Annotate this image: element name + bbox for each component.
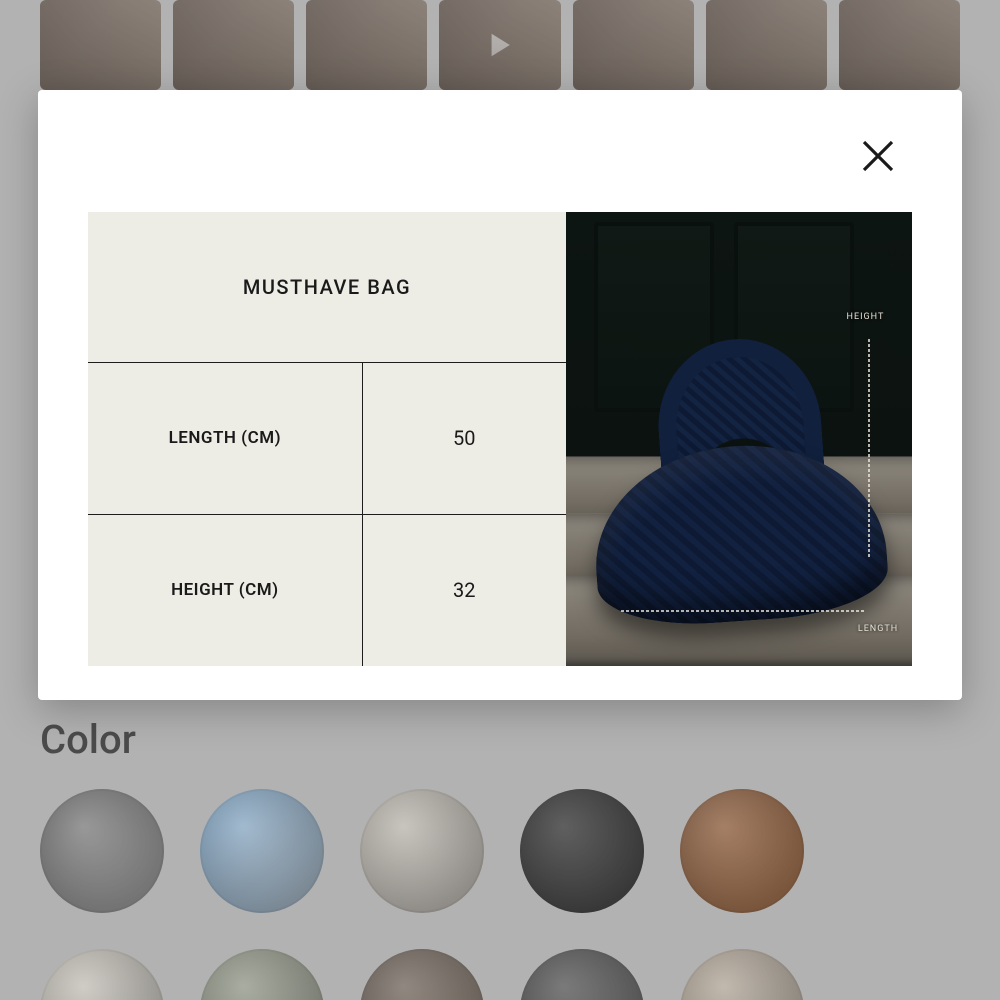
size-value-height: 32 [363, 515, 566, 666]
dimension-label-height: HEIGHT [847, 312, 885, 322]
size-reference-image: HEIGHT LENGTH [566, 212, 912, 666]
size-value-length: 50 [363, 363, 566, 513]
size-panel: MUSTHAVE BAG LENGTH (CM) 50 HEIGHT (CM) … [88, 212, 912, 666]
close-icon [858, 136, 898, 176]
size-label-height: HEIGHT (CM) [88, 515, 363, 666]
size-guide-modal: MUSTHAVE BAG LENGTH (CM) 50 HEIGHT (CM) … [38, 90, 962, 700]
size-table: MUSTHAVE BAG LENGTH (CM) 50 HEIGHT (CM) … [88, 212, 566, 666]
size-row-length: LENGTH (CM) 50 [88, 363, 566, 514]
dimension-label-length: LENGTH [858, 624, 898, 634]
page-root: Color MUSTHAVE BAG [0, 0, 1000, 1000]
dimension-line-height [868, 339, 870, 557]
size-row-height: HEIGHT (CM) 32 [88, 515, 566, 666]
dimension-line-length [621, 610, 863, 612]
size-label-length: LENGTH (CM) [88, 363, 363, 513]
size-table-title: MUSTHAVE BAG [88, 212, 566, 363]
close-button[interactable] [854, 132, 902, 180]
bag-illustration [594, 339, 885, 620]
